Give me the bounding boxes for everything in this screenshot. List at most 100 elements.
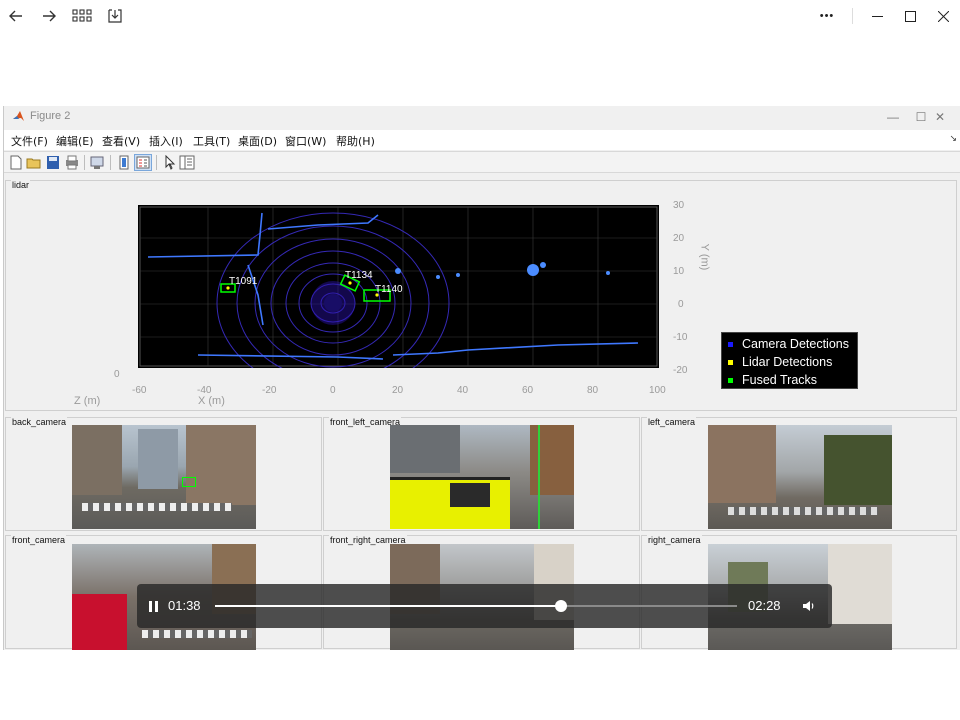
plot-legend: Camera Detections Lidar Detections Fused… [721,332,858,389]
back-button[interactable] [2,2,30,30]
x-tick-label: 20 [392,385,404,396]
left-camera-image [708,425,892,529]
figure-title: Figure 2 [30,110,71,122]
matlab-logo-icon [13,111,24,121]
figure-toolbar [4,151,960,173]
legend-label: Lidar Detections [742,355,833,369]
menu-view: 查看(V) [102,135,141,148]
z-tick-label: 0 [114,369,120,380]
back-camera-panel: back_camera [5,417,322,531]
y-axis-label: Y (m) [698,243,711,271]
panel-label: right_camera [647,535,702,545]
more-icon: ••• [819,10,835,22]
dock-arrow-icon: ↘ [949,133,957,143]
seek-bar-thumb[interactable] [554,600,567,612]
divider [852,8,853,24]
pause-icon [154,600,158,612]
lidar-point-cloud-plot: T1091 T1134 T1140 [138,205,659,368]
total-time: 02:28 [748,598,781,613]
colorbar-icon [119,155,129,170]
front-left-camera-panel: front_left_camera [323,417,640,531]
download-icon [108,9,122,23]
toolbar-divider [110,155,111,170]
x-tick-label: -20 [262,385,277,396]
legend-label: Camera Detections [742,337,849,351]
y-tick-label: 30 [673,200,685,211]
x-tick-label: 100 [649,385,666,396]
panel-label-lidar: lidar [11,180,31,190]
menu-tools: 工具(T) [193,135,231,148]
x-tick-label: 80 [587,385,599,396]
legend-swatch [728,359,733,365]
close-button[interactable] [926,0,960,32]
panel-label: front_camera [11,535,67,545]
panel-label: back_camera [11,417,68,427]
x-tick-label: -60 [132,385,147,396]
pause-icon [148,600,152,612]
legend-item: Lidar Detections [728,354,832,370]
arrow-left-icon [9,10,22,22]
minimize-button[interactable] [860,0,894,32]
y-tick-label: -10 [673,332,688,343]
legend-label: Fused Tracks [742,373,818,387]
left-camera-panel: left_camera [641,417,957,531]
new-figure-icon [10,155,22,170]
legend-icon [134,154,152,171]
back-camera-image [72,425,256,529]
grid-icon [72,9,92,22]
volume-icon[interactable] [801,598,817,614]
menu-window: 窗口(W) [285,135,327,148]
maximize-icon [904,10,916,22]
print-icon [66,155,78,170]
y-tick-label: -20 [673,365,688,376]
legend-item: Camera Detections [728,336,849,352]
y-tick-label: 10 [673,266,685,277]
pause-button[interactable] [145,598,161,614]
y-tick-label: 20 [673,233,685,244]
seek-bar[interactable] [215,600,737,612]
menu-help: 帮助(H) [336,135,375,148]
z-axis-label: Z (m) [74,395,101,407]
x-tick-label: 60 [522,385,534,396]
menu-insert: 插入(I) [149,135,183,148]
lidar-panel: lidar T1091 T1134 T1140 30 20 10 0 -10 -… [5,180,957,411]
menu-file: 文件(F) [11,135,48,148]
link-plot-icon [90,156,104,169]
close-icon [937,10,949,22]
figure-menu-bar: 文件(F) 编辑(E) 查看(V) 插入(I) 工具(T) 桌面(D) 窗口(W… [4,130,960,150]
menu-edit: 编辑(E) [56,135,94,148]
track-label: T1134 [345,270,373,281]
all-items-button[interactable] [68,2,96,30]
maximize-button[interactable] [893,0,927,32]
matlab-figure-window: Figure 2 — ☐ ✕ 文件(F) 编辑(E) 查看(V) 插入(I) 工… [3,106,960,650]
forward-button[interactable] [35,2,63,30]
legend-swatch [728,377,733,383]
video-controls: 01:38 02:28 [137,584,832,628]
figure-title-bar: Figure 2 — ☐ ✕ [4,106,960,128]
current-time: 01:38 [168,598,201,613]
more-options-button[interactable]: ••• [810,0,844,32]
legend-swatch [728,341,733,347]
y-tick-label: 0 [678,299,684,310]
save-figure-icon [47,156,59,169]
front-left-camera-image [390,425,574,529]
x-tick-label: 0 [330,385,336,396]
panel-label: left_camera [647,417,697,427]
legend-item: Fused Tracks [728,372,817,388]
seek-bar-progress [215,605,561,607]
toolbar-divider [84,155,85,170]
x-tick-label: 40 [457,385,469,396]
minimize-icon [871,15,883,17]
pointer-icon [165,155,176,170]
viewer-toolbar: ••• [0,0,960,32]
track-label: T1091 [229,276,258,287]
x-axis-label: X (m) [198,395,225,407]
toolbar-divider [156,155,157,170]
figure-close-button: ✕ [934,110,946,124]
save-button[interactable] [101,2,129,30]
open-file-icon [26,158,41,169]
menu-desktop: 桌面(D) [238,135,278,148]
arrow-right-icon [43,10,56,22]
track-label: T1140 [375,284,403,295]
property-editor-icon [179,155,195,170]
